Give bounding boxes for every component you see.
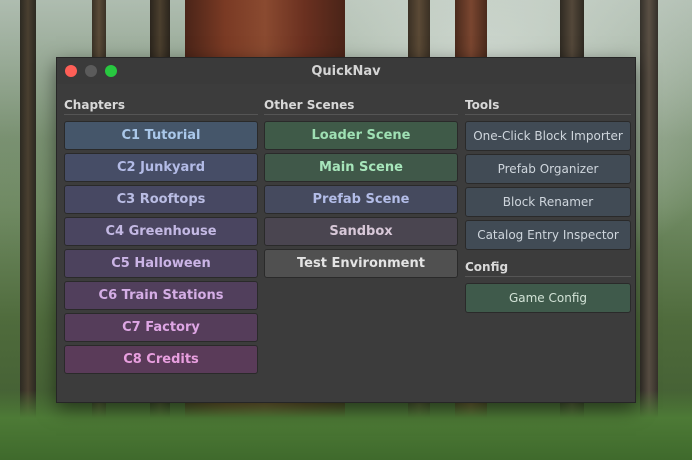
- tools-list: One-Click Block Importer Prefab Organizer…: [465, 121, 631, 250]
- game-config-button[interactable]: Game Config: [465, 283, 631, 313]
- chapters-column: Chapters C1 Tutorial C2 Junkyard C3 Roofto…: [64, 98, 258, 377]
- c6-train-stations-button[interactable]: C6 Train Stations: [64, 281, 258, 310]
- title-bar[interactable]: QuickNav: [57, 58, 635, 84]
- quicknav-window: QuickNav Chapters C1 Tutorial C2 Junkyard…: [56, 57, 636, 403]
- catalog-entry-inspector-button[interactable]: Catalog Entry Inspector: [465, 220, 631, 250]
- one-click-block-importer-button[interactable]: One-Click Block Importer: [465, 121, 631, 151]
- maximize-window-button[interactable]: [105, 65, 117, 77]
- other-scenes-list: Loader Scene Main Scene Prefab Scene Sandbo…: [264, 121, 458, 278]
- config-heading: Config: [465, 260, 631, 277]
- chapters-heading: Chapters: [64, 98, 258, 115]
- main-scene-button[interactable]: Main Scene: [264, 153, 458, 182]
- test-environment-button[interactable]: Test Environment: [264, 249, 458, 278]
- close-window-button[interactable]: [65, 65, 77, 77]
- tools-heading: Tools: [465, 98, 631, 115]
- minimize-window-button[interactable]: [85, 65, 97, 77]
- prefab-scene-button[interactable]: Prefab Scene: [264, 185, 458, 214]
- c8-credits-button[interactable]: C8 Credits: [64, 345, 258, 374]
- sandbox-button[interactable]: Sandbox: [264, 217, 458, 246]
- prefab-organizer-button[interactable]: Prefab Organizer: [465, 154, 631, 184]
- c7-factory-button[interactable]: C7 Factory: [64, 313, 258, 342]
- c4-greenhouse-button[interactable]: C4 Greenhouse: [64, 217, 258, 246]
- window-controls: [65, 65, 117, 77]
- other-scenes-column: Other Scenes Loader Scene Main Scene Prefa…: [264, 98, 458, 281]
- c3-rooftops-button[interactable]: C3 Rooftops: [64, 185, 258, 214]
- other-scenes-heading: Other Scenes: [264, 98, 458, 115]
- loader-scene-button[interactable]: Loader Scene: [264, 121, 458, 150]
- c1-tutorial-button[interactable]: C1 Tutorial: [64, 121, 258, 150]
- chapters-list: C1 Tutorial C2 Junkyard C3 Rooftops C4 Gree…: [64, 121, 258, 374]
- c5-halloween-button[interactable]: C5 Halloween: [64, 249, 258, 278]
- tools-column: Tools One-Click Block Importer Prefab Org…: [465, 98, 631, 313]
- c2-junkyard-button[interactable]: C2 Junkyard: [64, 153, 258, 182]
- window-title: QuickNav: [311, 63, 381, 79]
- block-renamer-button[interactable]: Block Renamer: [465, 187, 631, 217]
